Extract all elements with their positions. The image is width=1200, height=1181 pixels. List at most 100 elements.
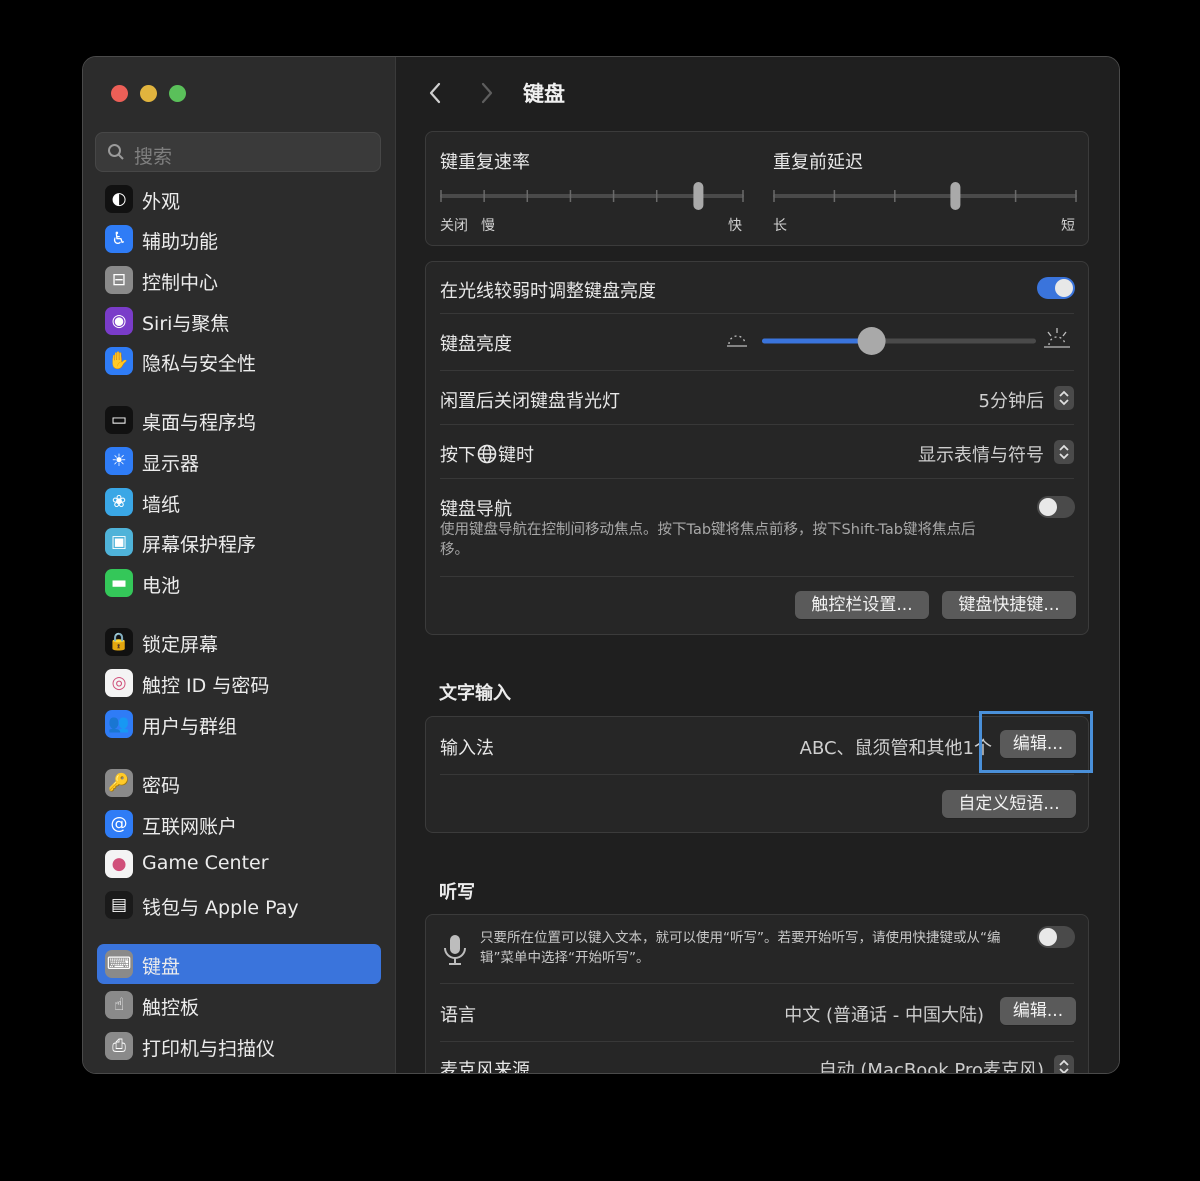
trackpad-icon: ☝ bbox=[105, 991, 133, 1019]
key-repeat-panel: 键重复速率 关闭 慢 快 重复前延迟 长 短 bbox=[425, 131, 1089, 246]
sidebar-item-label: 显示器 bbox=[142, 453, 200, 475]
delay-long-label: 长 bbox=[773, 218, 787, 234]
sidebar-item[interactable]: ❀ 墙纸 bbox=[97, 482, 381, 522]
sidebar-item-label: 钱包与 Apple Pay bbox=[142, 897, 299, 919]
microphone-source-popup-button[interactable] bbox=[1054, 1055, 1074, 1073]
sidebar-item[interactable]: @ 互联网账户 bbox=[97, 804, 381, 844]
text-replacements-button[interactable]: 自定义短语... bbox=[942, 790, 1076, 818]
sidebar-item[interactable]: ☝ 触控板 bbox=[97, 985, 381, 1025]
globe-key-popup-button[interactable] bbox=[1054, 440, 1074, 464]
page-title: 键盘 bbox=[523, 82, 565, 106]
repeat-delay-slider[interactable] bbox=[773, 182, 1077, 212]
key-repeat-rate-slider[interactable] bbox=[440, 182, 744, 212]
divider bbox=[440, 576, 1074, 577]
microphone-source-value[interactable]: 自动 (MacBook Pro麦克风) bbox=[819, 1056, 1044, 1073]
sidebar-item[interactable]: ▤ 钱包与 Apple Pay bbox=[97, 885, 381, 925]
rate-fast-label: 快 bbox=[728, 218, 742, 234]
sidebar-item[interactable]: 👥 用户与群组 bbox=[97, 704, 381, 744]
wallpaper-icon: ❀ bbox=[105, 488, 133, 516]
sidebar-item[interactable]: ⌨ 键盘 bbox=[97, 944, 381, 984]
keyboard-brightness-slider[interactable] bbox=[762, 326, 1036, 356]
search-icon bbox=[108, 144, 124, 160]
sidebar-item-label: 桌面与程序坞 bbox=[142, 412, 257, 434]
divider bbox=[440, 313, 1074, 314]
forward-chevron-icon[interactable] bbox=[480, 81, 494, 105]
keyboard-settings-panel: 在光线较弱时调整键盘亮度 键盘亮度 闲置后关闭键盘背光灯 5分钟后 按下 键时 … bbox=[425, 261, 1089, 635]
sidebar-item-label: 锁定屏幕 bbox=[142, 634, 219, 656]
backlight-off-value[interactable]: 5分钟后 bbox=[979, 387, 1044, 413]
sidebar-item[interactable]: ♿ 辅助功能 bbox=[97, 219, 381, 259]
sidebar-item[interactable]: ▣ 屏幕保护程序 bbox=[97, 522, 381, 562]
privacy-hand-icon: ✋ bbox=[105, 347, 133, 375]
screensaver-icon: ▣ bbox=[105, 528, 133, 556]
sidebar-item-label: 打印机与扫描仪 bbox=[142, 1038, 276, 1060]
display-icon: ☀ bbox=[105, 447, 133, 475]
sidebar-item-label: 触控 ID 与密码 bbox=[142, 675, 270, 697]
keyboard-navigation-label: 键盘导航 bbox=[440, 499, 512, 520]
delay-short-label: 短 bbox=[1061, 218, 1075, 234]
sidebar-item[interactable]: ◎ 触控 ID 与密码 bbox=[97, 663, 381, 703]
keyboard-shortcuts-button[interactable]: 键盘快捷键... bbox=[942, 591, 1076, 619]
sidebar-item-label: 隐私与安全性 bbox=[142, 353, 257, 375]
keyboard-icon: ⌨ bbox=[105, 950, 133, 978]
backlight-off-popup-button[interactable] bbox=[1054, 386, 1074, 410]
auto-brightness-label: 在光线较弱时调整键盘亮度 bbox=[440, 281, 656, 302]
appearance-icon: ◐ bbox=[105, 185, 133, 213]
slider-knob bbox=[693, 182, 704, 210]
touch-bar-settings-button[interactable]: 触控栏设置... bbox=[795, 591, 929, 619]
users-icon: 👥 bbox=[105, 710, 133, 738]
minimize-window-button[interactable] bbox=[140, 85, 157, 102]
sidebar-item[interactable]: ▭ 桌面与程序坞 bbox=[97, 400, 381, 440]
battery-icon: ▬ bbox=[105, 569, 133, 597]
close-window-button[interactable] bbox=[111, 85, 128, 102]
dictation-language-edit-button[interactable]: 编辑... bbox=[1000, 997, 1076, 1025]
sidebar-item-label: 控制中心 bbox=[142, 272, 219, 294]
globe-icon bbox=[477, 444, 497, 464]
chevron-updown-icon bbox=[1059, 1059, 1069, 1073]
divider bbox=[440, 478, 1074, 479]
sidebar-item[interactable]: ● Game Center bbox=[97, 844, 381, 884]
sidebar-item[interactable]: ▬ 电池 bbox=[97, 563, 381, 603]
main-pane: 键盘 键重复速率 关闭 慢 快 重复前延迟 长 短 在光线较弱时调整键盘亮度 键… bbox=[396, 57, 1119, 1073]
globe-key-value[interactable]: 显示表情与符号 bbox=[918, 441, 1044, 467]
sidebar-item[interactable]: ⎙ 打印机与扫描仪 bbox=[97, 1026, 381, 1066]
sidebar-item-label: 电池 bbox=[142, 575, 181, 597]
sidebar-item[interactable]: ◐ 外观 bbox=[97, 179, 381, 219]
keyboard-navigation-description: 使用键盘导航在控制间移动焦点。按下Tab键将焦点前移，按下Shift-Tab键将… bbox=[440, 522, 976, 558]
backlight-off-label: 闲置后关闭键盘背光灯 bbox=[440, 391, 620, 412]
toolbar: 键盘 bbox=[396, 57, 1119, 127]
sidebar-item[interactable]: ☀ 显示器 bbox=[97, 441, 381, 481]
slider-fill bbox=[762, 338, 872, 344]
auto-brightness-toggle[interactable] bbox=[1037, 277, 1075, 299]
lock-screen-icon: 🔒 bbox=[105, 628, 133, 656]
divider bbox=[440, 1041, 1074, 1042]
focus-highlight-box bbox=[979, 711, 1093, 773]
sidebar-item[interactable]: ◉ Siri与聚焦 bbox=[97, 301, 381, 341]
sidebar-item-label: 墙纸 bbox=[142, 494, 181, 516]
brightness-low-icon bbox=[727, 335, 747, 347]
sidebar-item[interactable]: ✋ 隐私与安全性 bbox=[97, 341, 381, 381]
wallet-icon: ▤ bbox=[105, 891, 133, 919]
back-chevron-icon[interactable] bbox=[428, 81, 442, 105]
game-center-icon: ● bbox=[105, 850, 133, 878]
chevron-updown-icon bbox=[1059, 444, 1069, 460]
dictation-toggle[interactable] bbox=[1037, 926, 1075, 948]
brightness-high-icon bbox=[1044, 328, 1070, 348]
divider bbox=[440, 370, 1074, 371]
divider bbox=[440, 774, 1074, 775]
zoom-window-button[interactable] bbox=[169, 85, 186, 102]
dictation-description: 只要所在位置可以键入文本，就可以使用“听写”。若要开始听写，请使用快捷键或从“编… bbox=[480, 930, 1001, 966]
desktop-dock-icon: ▭ bbox=[105, 406, 133, 434]
keyboard-navigation-toggle[interactable] bbox=[1037, 496, 1075, 518]
accessibility-icon: ♿ bbox=[105, 225, 133, 253]
slider-knob bbox=[950, 182, 961, 210]
sidebar-item[interactable]: 🔒 锁定屏幕 bbox=[97, 622, 381, 662]
repeat-delay-label: 重复前延迟 bbox=[773, 152, 863, 173]
sidebar-item-label: 外观 bbox=[142, 191, 181, 213]
search-field[interactable]: 搜索 bbox=[95, 132, 381, 172]
slider-track bbox=[773, 194, 1077, 198]
sidebar-item[interactable]: ⊟ 控制中心 bbox=[97, 260, 381, 300]
sidebar-item[interactable]: 🔑 密码 bbox=[97, 763, 381, 803]
text-input-section-title: 文字输入 bbox=[439, 683, 511, 704]
sidebar: 搜索 ◐ 外观 ♿ 辅助功能 ⊟ 控制中心 ◉ Siri与聚焦 ✋ 隐私与安全性 ▭ 桌面与程序坞 ☀ 显… bbox=[83, 57, 396, 1073]
